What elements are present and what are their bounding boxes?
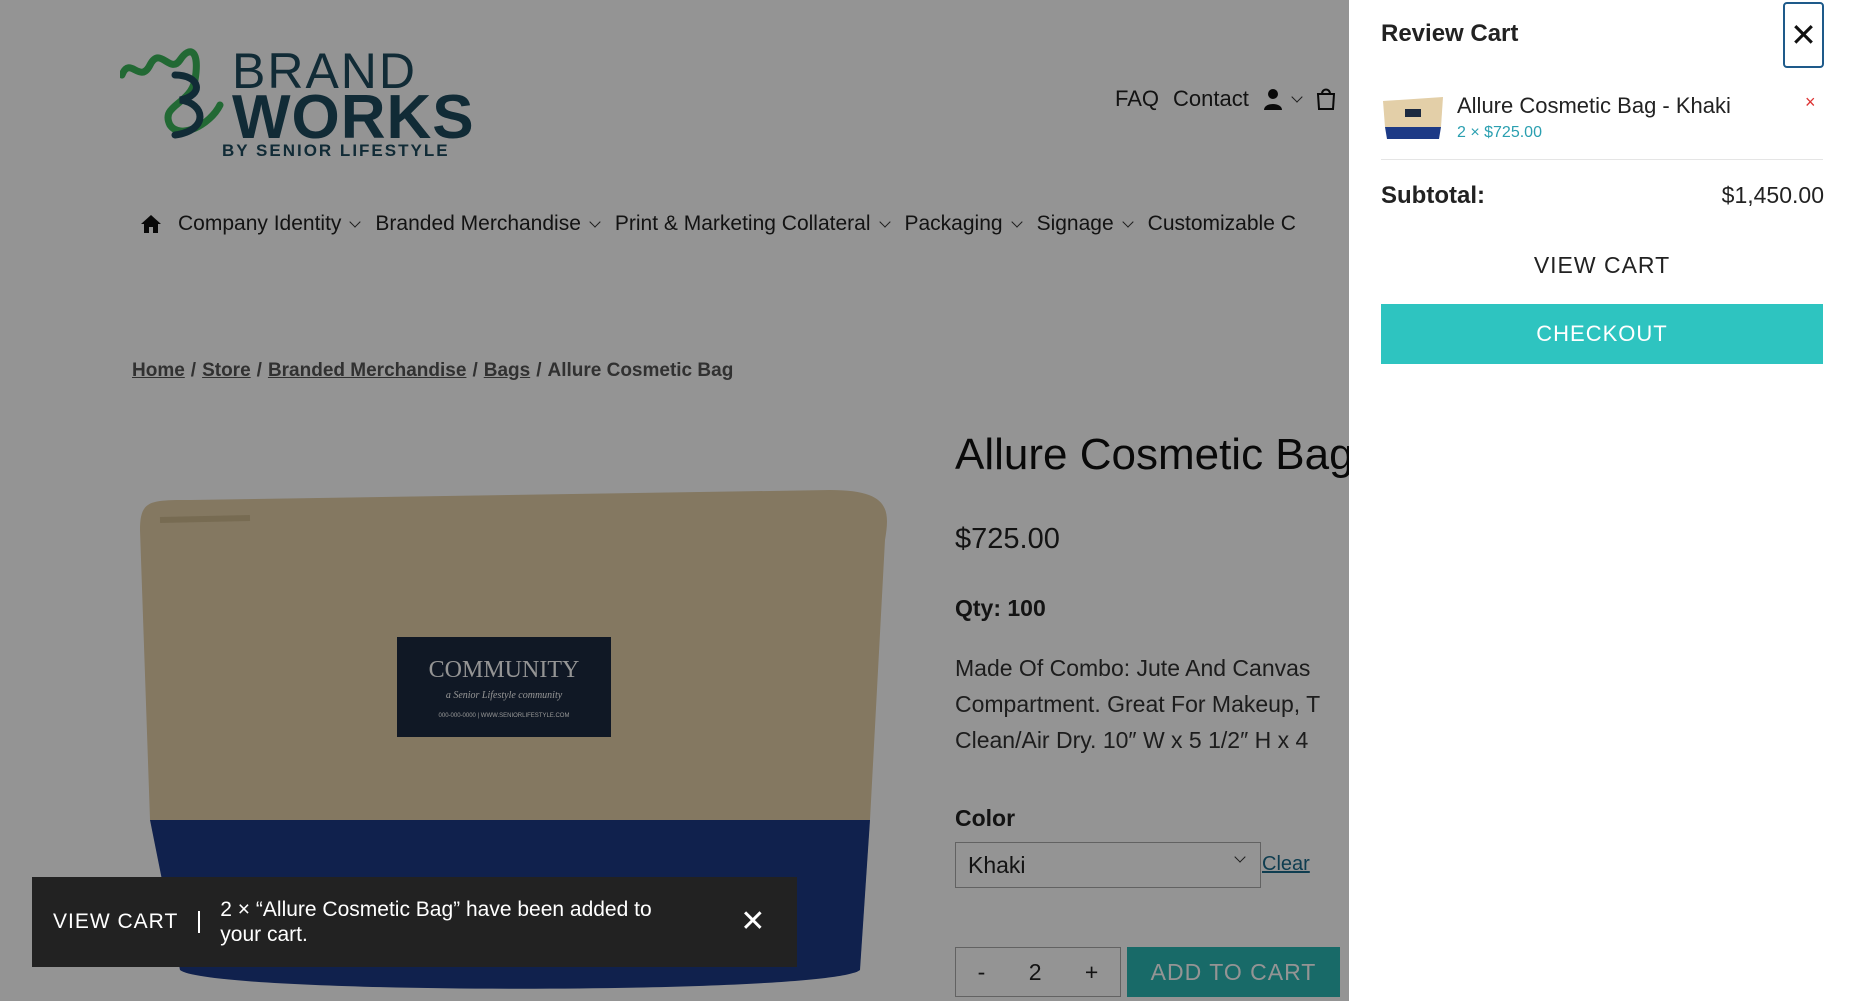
review-cart-panel: Review Cart ✕ Allure Cosmetic Bag - Khak…: [1349, 0, 1849, 1001]
view-cart-button[interactable]: VIEW CART: [1381, 252, 1823, 279]
checkout-button[interactable]: CHECKOUT: [1381, 304, 1823, 364]
subtotal-label: Subtotal:: [1381, 182, 1485, 209]
toast-divider: [198, 911, 201, 933]
product-page: BRAND WORKS BY SENIOR LIFESTYLE FAQ Cont…: [0, 0, 1849, 1001]
cart-item-thumbnail[interactable]: [1381, 95, 1445, 141]
close-icon[interactable]: ✕: [740, 907, 765, 937]
cart-item-meta: 2 × $725.00: [1457, 124, 1542, 141]
added-to-cart-toast: VIEW CART 2 × “Allure Cosmetic Bag” have…: [32, 877, 797, 967]
remove-item-icon[interactable]: ×: [1805, 92, 1816, 113]
subtotal-value: $1,450.00: [1721, 182, 1824, 208]
cart-panel-title: Review Cart: [1381, 20, 1519, 47]
cart-item-name[interactable]: Allure Cosmetic Bag - Khaki: [1457, 93, 1731, 119]
toast-message: 2 × “Allure Cosmetic Bag” have been adde…: [220, 898, 652, 946]
toast-view-cart-link[interactable]: VIEW CART: [53, 910, 178, 934]
close-icon[interactable]: ✕: [1783, 2, 1824, 68]
modal-overlay[interactable]: [0, 0, 1349, 1001]
divider: [1381, 159, 1823, 160]
